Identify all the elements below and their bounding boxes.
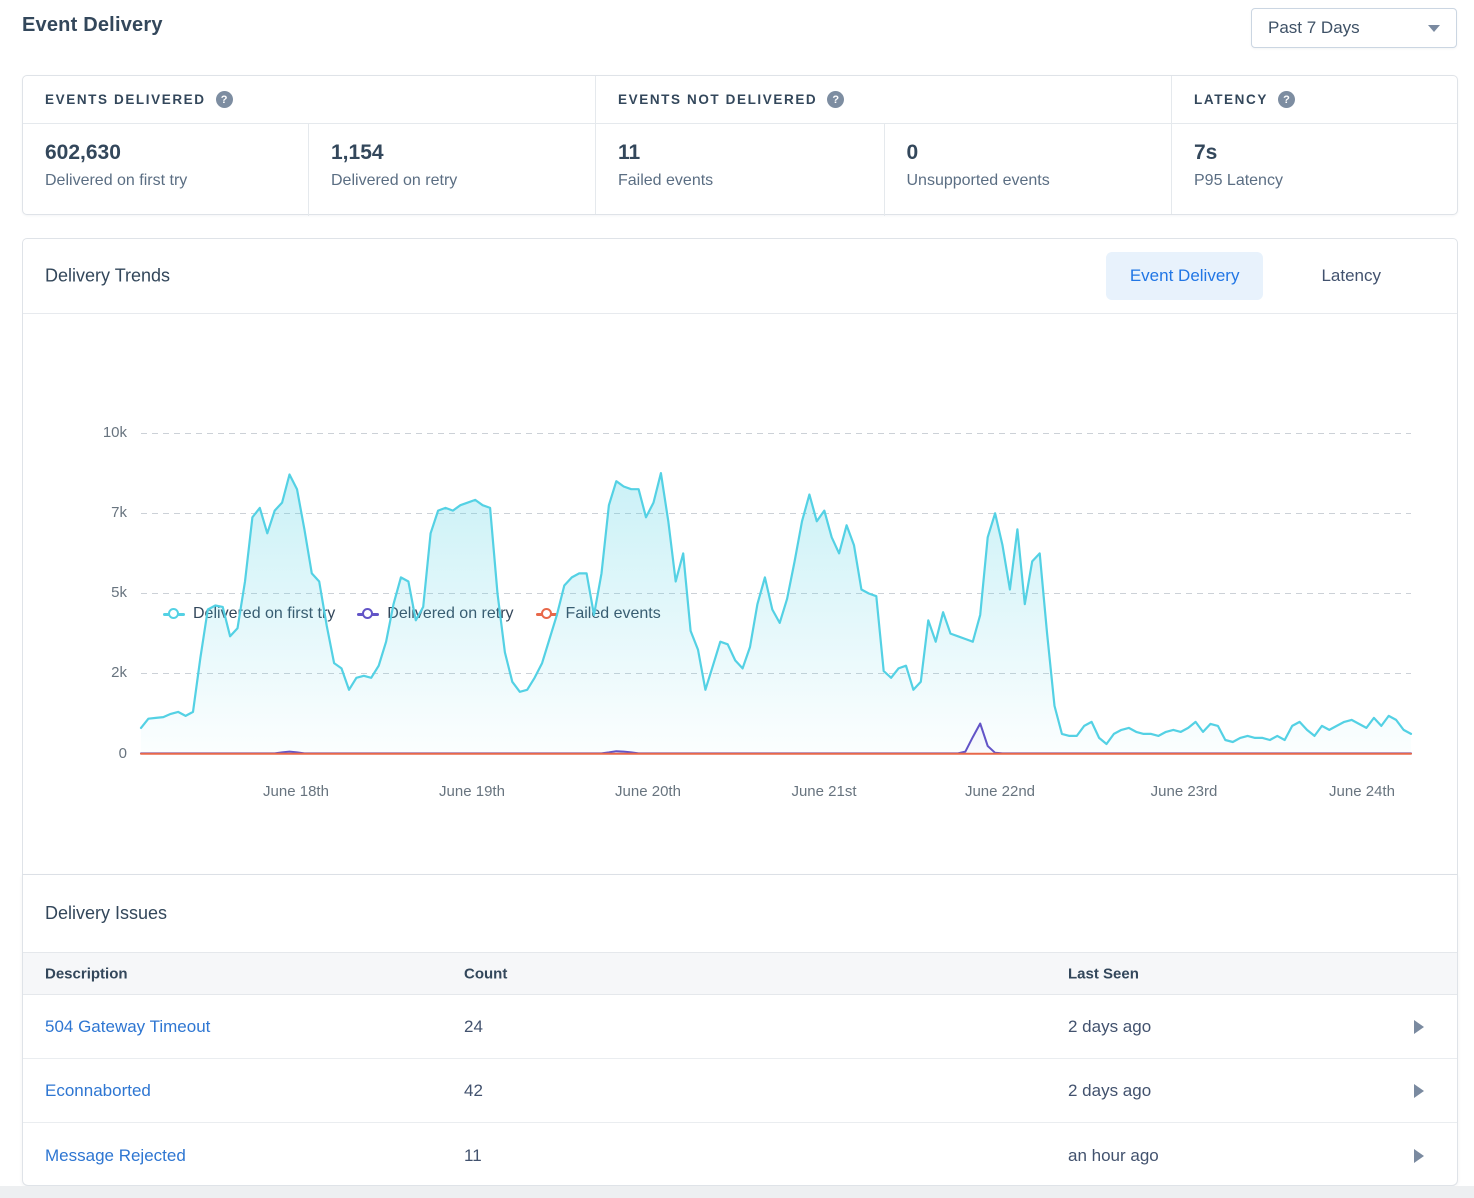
- issue-last-seen: an hour ago: [1068, 1146, 1159, 1166]
- stats-group-events-not-delivered: EVENTS NOT DELIVERED 11 Failed events 0 …: [595, 76, 1171, 214]
- stats-group-header: LATENCY: [1172, 76, 1457, 124]
- metric-p95-latency: 7s P95 Latency: [1172, 124, 1283, 216]
- time-range-dropdown[interactable]: Past 7 Days: [1251, 8, 1457, 48]
- tab-latency[interactable]: Latency: [1297, 252, 1405, 300]
- issues-table-header: Description Count Last Seen: [23, 952, 1457, 995]
- delivery-trends-title: Delivery Trends: [45, 266, 170, 287]
- chevron-right-icon[interactable]: [1414, 1020, 1424, 1034]
- metric-delivered-first-try: 602,630 Delivered on first try: [23, 124, 308, 216]
- delivery-issues-card: Delivery Issues Description Count Last S…: [22, 875, 1458, 1186]
- stats-group-body: 602,630 Delivered on first try 1,154 Del…: [23, 124, 595, 216]
- stats-group-events-delivered: EVENTS DELIVERED 602,630 Delivered on fi…: [23, 76, 595, 214]
- tab-event-delivery[interactable]: Event Delivery: [1106, 252, 1264, 300]
- stats-group-header: EVENTS DELIVERED: [23, 76, 595, 124]
- metric-label: P95 Latency: [1194, 172, 1283, 190]
- issue-description-link[interactable]: 504 Gateway Timeout: [45, 1017, 210, 1037]
- metric-label: Failed events: [618, 172, 884, 190]
- help-icon[interactable]: [827, 91, 844, 108]
- trends-chart-svg: [141, 433, 1411, 757]
- metric-label: Delivered on first try: [45, 172, 308, 190]
- metric-value: 602,630: [45, 141, 308, 165]
- delivery-issues-title: Delivery Issues: [45, 903, 167, 924]
- table-row: 504 Gateway Timeout 24 2 days ago: [23, 995, 1457, 1059]
- y-axis-tick: 10k: [83, 424, 127, 441]
- delivery-trends-card: Delivery Trends Event Delivery Latency D…: [22, 238, 1458, 875]
- table-row: Message Rejected 11 an hour ago: [23, 1123, 1457, 1188]
- column-header-count: Count: [464, 965, 507, 982]
- stats-group-header: EVENTS NOT DELIVERED: [596, 76, 1171, 124]
- table-row: Econnaborted 42 2 days ago: [23, 1059, 1457, 1123]
- metric-delivered-retry: 1,154 Delivered on retry: [308, 124, 595, 216]
- issue-description-link[interactable]: Message Rejected: [45, 1146, 186, 1166]
- issues-table-body: 504 Gateway Timeout 24 2 days ago Econna…: [23, 995, 1457, 1188]
- issue-count: 24: [464, 1017, 483, 1037]
- x-axis-tick: June 20th: [588, 783, 708, 800]
- stats-summary-card: EVENTS DELIVERED 602,630 Delivered on fi…: [22, 75, 1458, 215]
- help-icon[interactable]: [1278, 91, 1295, 108]
- metric-unsupported-events: 0 Unsupported events: [884, 124, 1172, 216]
- y-axis-tick: 5k: [83, 584, 127, 601]
- page-title: Event Delivery: [22, 14, 163, 37]
- y-axis-tick: 2k: [83, 664, 127, 681]
- x-axis-tick: June 19th: [412, 783, 532, 800]
- column-header-description: Description: [45, 965, 128, 982]
- chevron-down-icon: [1428, 25, 1440, 32]
- metric-value: 7s: [1194, 141, 1283, 165]
- event-delivery-page: Event Delivery Past 7 Days EVENTS DELIVE…: [0, 0, 1474, 1198]
- chevron-right-icon[interactable]: [1414, 1084, 1424, 1098]
- column-header-last-seen: Last Seen: [1068, 965, 1139, 982]
- x-axis-tick: June 23rd: [1124, 783, 1244, 800]
- trends-tabs: Event Delivery Latency: [1106, 252, 1405, 300]
- issue-description-link[interactable]: Econnaborted: [45, 1081, 151, 1101]
- issue-count: 42: [464, 1081, 483, 1101]
- stats-group-body: 11 Failed events 0 Unsupported events: [596, 124, 1171, 216]
- issue-count: 11: [464, 1146, 482, 1166]
- y-axis-tick: 0: [83, 745, 127, 762]
- stats-group-title: EVENTS DELIVERED: [45, 92, 206, 107]
- tab-label: Latency: [1321, 266, 1381, 286]
- metric-value: 0: [907, 141, 1172, 165]
- delivery-trends-header: Delivery Trends Event Delivery Latency: [23, 239, 1457, 314]
- stats-group-body: 7s P95 Latency: [1172, 124, 1457, 216]
- series-area-0: [141, 473, 1411, 754]
- x-axis-tick: June 21st: [764, 783, 884, 800]
- y-axis-tick: 7k: [83, 504, 127, 521]
- metric-label: Unsupported events: [907, 172, 1172, 190]
- x-axis-tick: June 24th: [1302, 783, 1422, 800]
- chevron-right-icon[interactable]: [1414, 1149, 1424, 1163]
- trends-chart-plot: 10k 7k 5k 2k 0 June 18th June 19th June …: [141, 433, 1411, 754]
- metric-value: 1,154: [331, 141, 595, 165]
- stats-group-latency: LATENCY 7s P95 Latency: [1171, 76, 1457, 214]
- issue-last-seen: 2 days ago: [1068, 1017, 1151, 1037]
- help-icon[interactable]: [216, 91, 233, 108]
- tab-label: Event Delivery: [1130, 266, 1240, 286]
- stats-group-title: LATENCY: [1194, 92, 1268, 107]
- stats-group-title: EVENTS NOT DELIVERED: [618, 92, 817, 107]
- metric-failed-events: 11 Failed events: [596, 124, 884, 216]
- metric-label: Delivered on retry: [331, 172, 595, 190]
- x-axis-tick: June 18th: [236, 783, 356, 800]
- page-background-strip: [0, 1186, 1474, 1198]
- metric-value: 11: [618, 141, 884, 165]
- x-axis-tick: June 22nd: [940, 783, 1060, 800]
- issue-last-seen: 2 days ago: [1068, 1081, 1151, 1101]
- time-range-value: Past 7 Days: [1268, 18, 1360, 38]
